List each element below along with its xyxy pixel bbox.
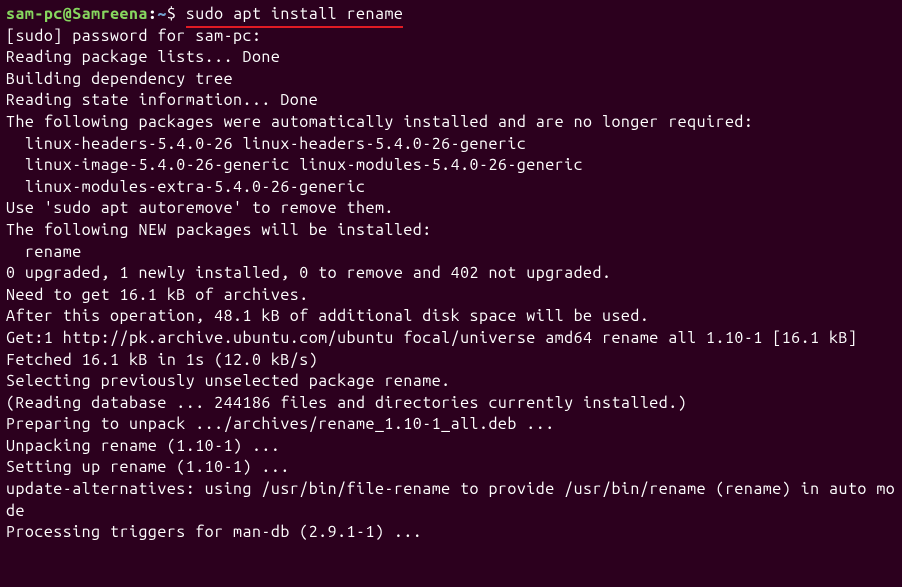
prompt-at: @ bbox=[63, 5, 72, 23]
prompt-dollar: $ bbox=[167, 5, 186, 23]
output-line: Unpacking rename (1.10-1) ... bbox=[6, 436, 896, 458]
terminal-output[interactable]: sam-pc@Samreena:~$ sudo apt install rena… bbox=[6, 4, 896, 544]
output-line: (Reading database ... 244186 files and d… bbox=[6, 393, 896, 415]
prompt-path: ~ bbox=[157, 5, 166, 23]
prompt-line: sam-pc@Samreena:~$ sudo apt install rena… bbox=[6, 5, 403, 23]
output-line: rename bbox=[6, 242, 896, 264]
output-lines-container: [sudo] password for sam-pc:Reading packa… bbox=[6, 26, 896, 544]
command-wrapper: sudo apt install rename bbox=[186, 4, 404, 26]
output-line: [sudo] password for sam-pc: bbox=[6, 26, 896, 48]
output-line: After this operation, 48.1 kB of additio… bbox=[6, 306, 896, 328]
output-line: Preparing to unpack .../archives/rename_… bbox=[6, 414, 896, 436]
output-line: Need to get 16.1 kB of archives. bbox=[6, 285, 896, 307]
output-line: linux-modules-extra-5.4.0-26-generic bbox=[6, 177, 896, 199]
prompt-host: Samreena bbox=[72, 5, 148, 23]
output-line: Building dependency tree bbox=[6, 69, 896, 91]
output-line: Get:1 http://pk.archive.ubuntu.com/ubunt… bbox=[6, 328, 896, 350]
prompt-colon: : bbox=[148, 5, 157, 23]
output-line: The following NEW packages will be insta… bbox=[6, 220, 896, 242]
output-line: Selecting previously unselected package … bbox=[6, 371, 896, 393]
output-line: Processing triggers for man-db (2.9.1-1)… bbox=[6, 522, 896, 544]
output-line: Reading package lists... Done bbox=[6, 47, 896, 69]
output-line: 0 upgraded, 1 newly installed, 0 to remo… bbox=[6, 263, 896, 285]
output-line: Reading state information... Done bbox=[6, 90, 896, 112]
output-line: Setting up rename (1.10-1) ... bbox=[6, 457, 896, 479]
prompt-user: sam-pc bbox=[6, 5, 63, 23]
output-line: Fetched 16.1 kB in 1s (12.0 kB/s) bbox=[6, 350, 896, 372]
command-text: sudo apt install rename bbox=[186, 5, 404, 23]
output-line: The following packages were automaticall… bbox=[6, 112, 896, 134]
underline-highlight bbox=[186, 26, 404, 28]
output-line: linux-image-5.4.0-26-generic linux-modul… bbox=[6, 155, 896, 177]
output-line: Use 'sudo apt autoremove' to remove them… bbox=[6, 198, 896, 220]
output-line: linux-headers-5.4.0-26 linux-headers-5.4… bbox=[6, 134, 896, 156]
output-line: update-alternatives: using /usr/bin/file… bbox=[6, 479, 896, 522]
